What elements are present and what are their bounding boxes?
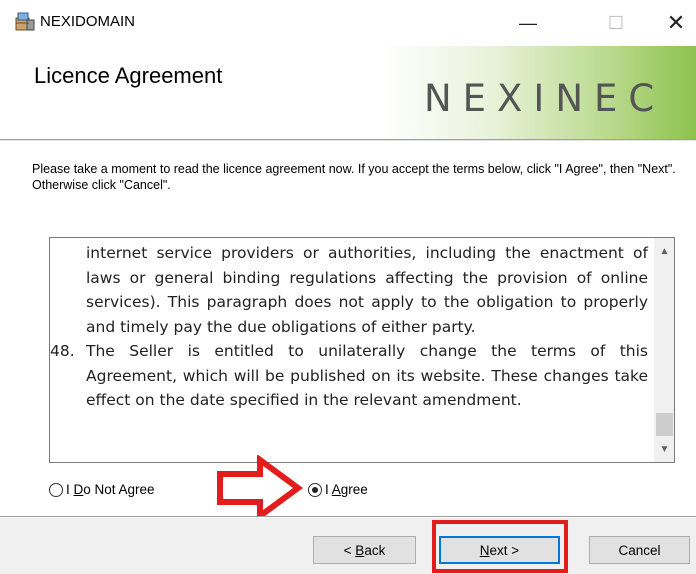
radio-circle[interactable] xyxy=(49,482,63,497)
radio-circle-checked[interactable] xyxy=(308,482,322,497)
cancel-button[interactable]: Cancel xyxy=(589,536,690,564)
back-button[interactable]: < Back xyxy=(313,536,416,564)
license-paragraph: 48. The Seller is entitled to unilateral… xyxy=(50,339,654,413)
chevron-down-icon: ▼ xyxy=(659,443,670,455)
back-button-label: < Back xyxy=(343,542,386,558)
license-paragraph-text: internet service providers or authoritie… xyxy=(86,244,648,336)
close-icon: ✕ xyxy=(666,10,686,35)
close-button[interactable]: ✕ xyxy=(656,8,696,38)
minimize-icon: — xyxy=(519,12,537,33)
title-bar[interactable]: NEXIDOMAIN — ☐ ✕ xyxy=(0,0,696,46)
scroll-down-button[interactable]: ▼ xyxy=(654,436,674,462)
scroll-up-button[interactable]: ▲ xyxy=(654,238,674,264)
minimize-button[interactable]: — xyxy=(508,8,548,38)
agree-label: I Agree xyxy=(325,482,368,497)
instruction-text: Please take a moment to read the licence… xyxy=(32,162,676,192)
scrollbar-thumb[interactable] xyxy=(656,413,673,436)
vertical-scrollbar[interactable]: ▲ ▼ xyxy=(654,238,674,462)
header-divider xyxy=(0,140,696,142)
window-title: NEXIDOMAIN xyxy=(40,13,136,30)
license-paragraph: internet service providers or authoritie… xyxy=(50,238,654,339)
header-banner: Licence Agreement NEXINEC xyxy=(0,46,696,140)
red-highlight-box xyxy=(432,520,568,573)
installer-icon xyxy=(15,12,35,31)
page-title: Licence Agreement xyxy=(34,63,223,88)
chevron-up-icon: ▲ xyxy=(659,245,670,257)
brand-logo: NEXINEC xyxy=(424,77,666,120)
do-not-agree-radio[interactable]: I Do Not Agree xyxy=(49,482,155,497)
agree-radio[interactable]: I Agree xyxy=(308,482,368,497)
license-text-box[interactable]: internet service providers or authoritie… xyxy=(49,237,675,463)
do-not-agree-label: I Do Not Agree xyxy=(66,482,155,497)
cancel-button-label: Cancel xyxy=(618,542,661,558)
license-paragraph-number: 48. xyxy=(50,342,75,360)
maximize-icon: ☐ xyxy=(607,12,625,33)
license-text: internet service providers or authoritie… xyxy=(50,238,654,413)
license-paragraph-text: The Seller is entitled to unilaterally c… xyxy=(86,342,648,409)
maximize-button[interactable]: ☐ xyxy=(596,8,636,38)
red-arrow-annotation xyxy=(217,455,304,521)
